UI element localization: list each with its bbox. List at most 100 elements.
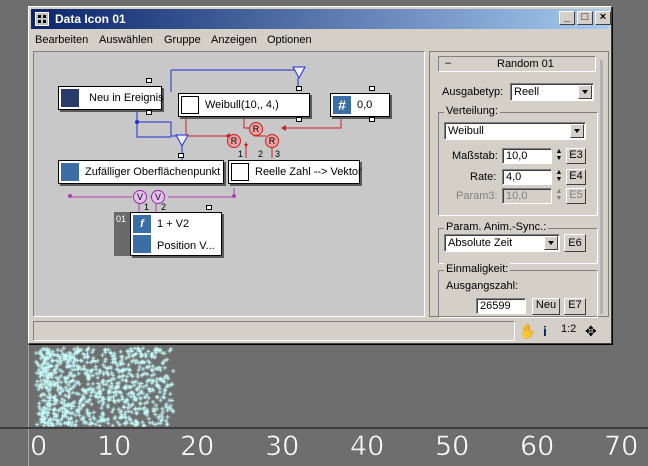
ausgangszahl-label: Ausgangszahl:: [446, 280, 519, 292]
minimize-button[interactable]: _: [559, 11, 575, 25]
chevron-down-icon[interactable]: [578, 85, 592, 99]
info-icon[interactable]: i: [543, 323, 547, 339]
sync-title: Param. Anim.-Sync.:: [444, 221, 549, 233]
close-button[interactable]: ×: [595, 11, 611, 25]
menu-bearbeiten[interactable]: Bearbeiten: [35, 34, 88, 46]
port[interactable]: [369, 117, 375, 122]
node-reelle-zahl-vektor[interactable]: Reelle Zahl --> Vektor: [228, 160, 362, 184]
collapse-icon[interactable]: –: [445, 57, 451, 69]
spinner-icon[interactable]: ▲ ▼: [554, 188, 564, 204]
param3-label: Param3:: [456, 190, 498, 202]
massstab-label: Maßstab:: [452, 150, 498, 162]
tick-label: 20: [180, 431, 215, 462]
axis-horizontal-line: [0, 427, 648, 429]
port[interactable]: [206, 205, 212, 210]
port[interactable]: [296, 117, 302, 122]
panel-scrollbar[interactable]: [600, 60, 603, 314]
node-label: Weibull(10,, 4,): [205, 99, 279, 111]
input-triangle-icon[interactable]: [292, 66, 306, 80]
hash-icon: #: [333, 96, 351, 114]
node-label: Zufälliger Oberflächenpunkt: [85, 166, 221, 178]
port-number: 2: [161, 202, 167, 212]
navigate-icon[interactable]: ✥: [585, 323, 597, 340]
node-label: Reelle Zahl --> Vektor: [255, 166, 362, 178]
maximize-button[interactable]: □: [577, 11, 593, 25]
schematic-canvas[interactable]: Neu in Ereignis Weibull(10,, 4,) # 0,0 R…: [33, 51, 425, 317]
tick-label: 50: [435, 431, 470, 462]
menu-gruppe[interactable]: Gruppe: [164, 34, 201, 46]
dropdown-value: Absolute Zeit: [448, 237, 513, 249]
node-label: 0,0: [357, 99, 373, 111]
port-r[interactable]: R: [249, 122, 263, 136]
e5-button[interactable]: E5: [566, 188, 586, 204]
random-rollout-panel: – Random 01 Ausgabetyp: Reell Verteilung…: [429, 51, 609, 318]
sync-dropdown[interactable]: Absolute Zeit: [444, 234, 560, 252]
port-number: 2: [258, 149, 264, 159]
menu-optionen[interactable]: Optionen: [267, 34, 312, 46]
rate-field[interactable]: 4,0: [502, 169, 552, 185]
dice-icon: [181, 96, 199, 114]
spinner-icon[interactable]: ▲ ▼: [554, 169, 564, 185]
verteilung-dropdown[interactable]: Weibull: [444, 122, 586, 140]
port[interactable]: [146, 110, 152, 115]
tick-label: 60: [520, 431, 555, 462]
e4-button[interactable]: E4: [566, 169, 586, 185]
input-triangle-icon[interactable]: [175, 134, 189, 148]
menu-anzeigen[interactable]: Anzeigen: [211, 34, 257, 46]
node-neu-in-ereignis[interactable]: Neu in Ereignis: [58, 86, 164, 110]
ausgabetyp-label: Ausgabetyp:: [442, 86, 504, 98]
rate-label: Rate:: [470, 171, 497, 183]
port[interactable]: [296, 86, 302, 91]
pan-hand-icon[interactable]: ✋: [519, 323, 536, 340]
node-label: 1 + V2: [157, 218, 190, 230]
tick-label: 0: [30, 431, 48, 462]
tick-label: 30: [265, 431, 300, 462]
port-r[interactable]: R: [227, 134, 241, 148]
status-bar: [33, 321, 515, 341]
axis-vertical-line: [28, 345, 29, 466]
menu-bar: Bearbeiten Auswählen Gruppe Anzeigen Opt…: [31, 31, 609, 49]
ausgabetyp-dropdown[interactable]: Reell: [510, 83, 594, 101]
node-constant[interactable]: # 0,0: [330, 93, 390, 117]
e3-button[interactable]: E3: [566, 148, 586, 164]
event-icon: [61, 89, 79, 107]
ausgangszahl-field[interactable]: 26599: [476, 298, 526, 314]
field-value: 4,0: [506, 171, 522, 183]
rollout-header[interactable]: – Random 01: [438, 56, 596, 72]
node-zufaelliger-oberflaechenpunkt[interactable]: Zufälliger Oberflächenpunkt: [58, 160, 224, 184]
spinner-icon[interactable]: ▲ ▼: [554, 148, 564, 164]
node-weibull[interactable]: Weibull(10,, 4,): [178, 93, 310, 117]
surface-icon: [61, 163, 79, 181]
port-number: 1: [144, 202, 150, 212]
node-label: Neu in Ereignis: [89, 92, 164, 104]
node-label: Position V...: [157, 240, 215, 252]
dropdown-value: Weibull: [448, 125, 484, 137]
app-icon: [35, 12, 49, 26]
dropdown-value: Reell: [514, 86, 540, 98]
position-icon: [133, 235, 151, 253]
port-r[interactable]: R: [265, 134, 279, 148]
port[interactable]: [178, 153, 184, 158]
menu-auswaehlen[interactable]: Auswählen: [99, 34, 153, 46]
field-value: 26599: [480, 300, 511, 312]
neu-button[interactable]: Neu: [532, 298, 560, 315]
massstab-field[interactable]: 10,0: [502, 148, 552, 164]
e7-button[interactable]: E7: [564, 298, 586, 315]
einmaligkeit-title: Einmaligkeit:: [444, 263, 511, 275]
port[interactable]: [146, 78, 152, 83]
field-value: 10,0: [506, 150, 528, 162]
chevron-down-icon[interactable]: [544, 236, 558, 250]
data-icon-window: Data Icon 01 _ □ × Bearbeiten Auswählen …: [28, 6, 612, 344]
function-icon: f: [133, 215, 151, 233]
title-bar[interactable]: Data Icon 01 _ □ ×: [31, 9, 611, 29]
node-number: 01: [116, 214, 127, 224]
chevron-down-icon[interactable]: [570, 124, 584, 138]
e6-button[interactable]: E6: [564, 234, 586, 252]
port[interactable]: [369, 86, 375, 91]
param3-field[interactable]: 10,0: [502, 188, 552, 204]
port-number: 1: [238, 149, 244, 159]
zoom-icon[interactable]: 1:2: [561, 323, 576, 335]
tick-label: 40: [350, 431, 385, 462]
node-function[interactable]: f 1 + V2 Position V...: [130, 212, 222, 256]
tick-label: 10: [97, 431, 132, 462]
